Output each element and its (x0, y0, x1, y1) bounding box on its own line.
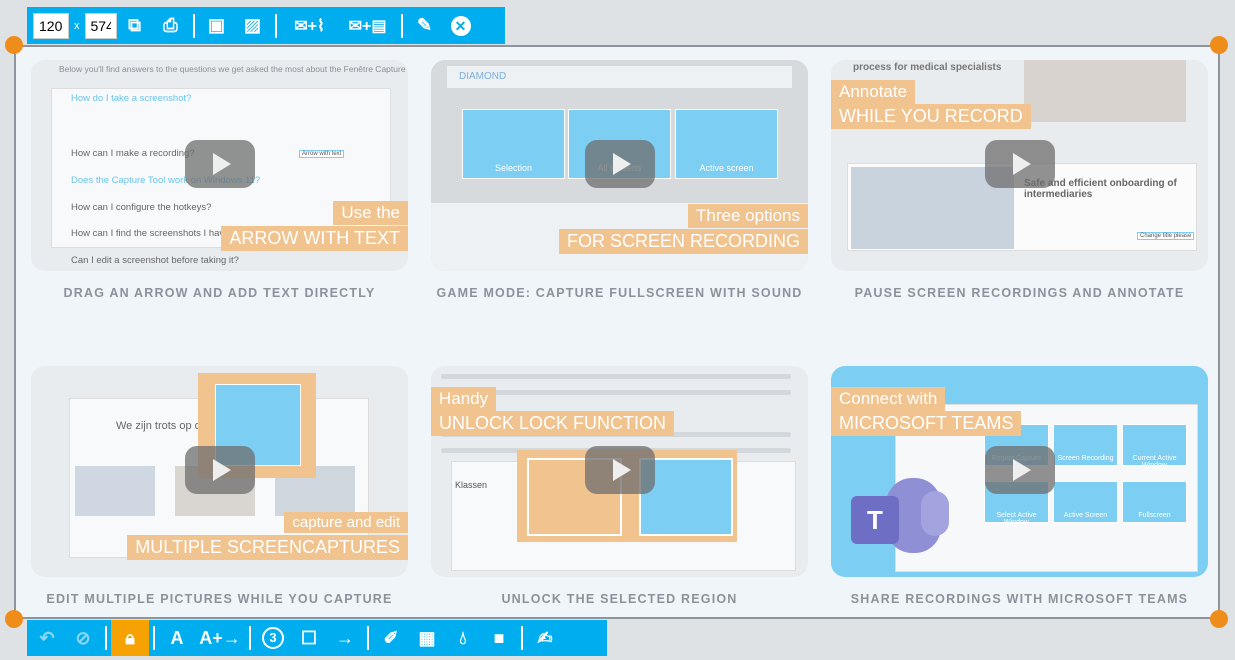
card-caption[interactable]: DRAG AN ARROW AND ADD TEXT DIRECTLY (31, 286, 408, 300)
text-icon[interactable]: A (159, 620, 195, 656)
overlay-top: Use the (333, 201, 408, 225)
undo-icon[interactable]: ↶ (29, 620, 65, 656)
divider (521, 626, 523, 650)
video-card-unlock[interactable]: Klassen Handy UNLOCK LOCK FUNCTION (431, 366, 808, 577)
play-icon[interactable] (185, 140, 255, 188)
video-card-multiple-captures[interactable]: We zijn trots op o capture and edit MULT… (31, 366, 408, 577)
video-card-game-mode[interactable]: DIAMOND Selection All screens Active scr… (431, 60, 808, 271)
overlay-top: Connect with (831, 387, 946, 411)
video-card-teams[interactable]: Region Capture Screen Recording Current … (831, 366, 1208, 577)
question: How do I take a screenshot? (71, 93, 192, 104)
print-icon[interactable]: ⎙ (153, 8, 189, 44)
width-input[interactable] (33, 12, 69, 39)
overlay-bottom: WHILE YOU RECORD (831, 104, 1031, 129)
resize-handle-top-right[interactable] (1210, 36, 1228, 54)
card-caption[interactable]: EDIT MULTIPLE PICTURES WHILE YOU CAPTURE (31, 592, 408, 606)
play-icon[interactable] (185, 446, 255, 494)
overlay-bottom: MULTIPLE SCREENCAPTURES (127, 535, 408, 560)
heading: Klassen (455, 480, 488, 490)
video-card-arrow-text[interactable]: Below you'll find answers to the questio… (31, 60, 408, 271)
save-icon[interactable]: ▣ (199, 8, 235, 44)
question: Can I edit a screenshot before taking it… (71, 255, 239, 266)
divider (192, 13, 195, 38)
question: How can I make a recording? (71, 148, 195, 159)
tile-active-screen: Active screen (675, 109, 778, 179)
play-icon[interactable] (985, 446, 1055, 494)
brand-logo: DIAMOND (459, 71, 507, 82)
overlay-top: capture and edit (284, 512, 408, 533)
lock-icon[interactable]: 🔒︎ (111, 620, 149, 656)
play-icon[interactable] (985, 140, 1055, 188)
dimension-separator: x (74, 19, 80, 32)
arrow-icon[interactable]: → (327, 620, 363, 656)
divider (249, 626, 251, 650)
overlay-bottom: MICROSOFT TEAMS (831, 411, 1022, 436)
card-caption[interactable]: UNLOCK THE SELECTED REGION (431, 592, 808, 606)
divider (367, 626, 369, 650)
card-caption[interactable]: GAME MODE: CAPTURE FULLSCREEN WITH SOUND (431, 286, 808, 300)
divider (400, 13, 403, 38)
play-icon[interactable] (585, 140, 655, 188)
edit-icon[interactable]: ✎ (407, 8, 443, 44)
email-attachment-icon[interactable]: ✉+⌇ (281, 8, 339, 44)
tile: Current Active Window (1122, 424, 1187, 469)
close-icon[interactable]: ✕ (443, 8, 479, 44)
filled-rectangle-icon[interactable]: ■ (481, 620, 517, 656)
tile: Screen Recording (1053, 424, 1118, 466)
height-input[interactable] (84, 12, 117, 39)
annotation-label: Change title please (1137, 232, 1195, 240)
tile: Active Screen (1053, 481, 1118, 523)
divider (105, 626, 107, 650)
copy-icon[interactable]: ⧉ (117, 8, 153, 44)
overlay-top: Handy (431, 387, 497, 411)
overlay-bottom: ARROW WITH TEXT (221, 226, 408, 251)
question: How can I configure the hotkeys? (71, 202, 212, 213)
heading: process for medical specialists (853, 62, 1002, 73)
play-icon[interactable] (585, 446, 655, 494)
highlighter-icon[interactable]: ✐ (373, 620, 409, 656)
capture-selection-region[interactable]: Below you'll find answers to the questio… (14, 45, 1220, 619)
divider (153, 626, 155, 650)
intro-text: Below you'll find answers to the questio… (59, 64, 408, 74)
clear-icon[interactable]: ⊘ (65, 620, 101, 656)
overlay-top: Three options (688, 204, 808, 228)
overlay-bottom: UNLOCK LOCK FUNCTION (431, 411, 675, 436)
overlay-bottom: FOR SCREEN RECORDING (558, 229, 808, 254)
resize-handle-bottom-left[interactable] (5, 610, 23, 628)
heading: We zijn trots op o (116, 420, 201, 432)
blur-drop-icon[interactable]: 💧︎ (445, 620, 481, 656)
card-caption[interactable]: PAUSE SCREEN RECORDINGS AND ANNOTATE (831, 286, 1208, 300)
step-counter-icon[interactable]: 3 (255, 620, 291, 656)
video-card-annotate[interactable]: process for medical specialists Safe and… (831, 60, 1208, 271)
bottom-toolbar: ↶ ⊘ 🔒︎ A A+→ 3 ☐ → ✐ ▦ 💧︎ ■ ✍︎ (27, 620, 607, 656)
pixelate-icon[interactable]: ▦ (409, 620, 445, 656)
card-caption[interactable]: SHARE RECORDINGS WITH MICROSOFT TEAMS (831, 592, 1208, 606)
top-toolbar: x ⧉ ⎙ ▣ ▨ ✉+⌇ ✉+▤ ✎ ✕ (27, 7, 505, 44)
resize-handle-top-left[interactable] (5, 36, 23, 54)
overlay-top: Annotate (831, 80, 916, 104)
resize-handle-bottom-right[interactable] (1210, 610, 1228, 628)
annotation-label: Arrow with text (299, 150, 345, 158)
rectangle-icon[interactable]: ☐ (291, 620, 327, 656)
email-document-icon[interactable]: ✉+▤ (339, 8, 397, 44)
save-as-icon[interactable]: ▨ (235, 8, 271, 44)
tile: Fullscreen (1122, 481, 1187, 523)
signature-icon[interactable]: ✍︎ (527, 620, 563, 656)
tile-selection: Selection (462, 109, 565, 179)
text-arrow-icon[interactable]: A+→ (195, 620, 245, 656)
divider (274, 13, 277, 38)
